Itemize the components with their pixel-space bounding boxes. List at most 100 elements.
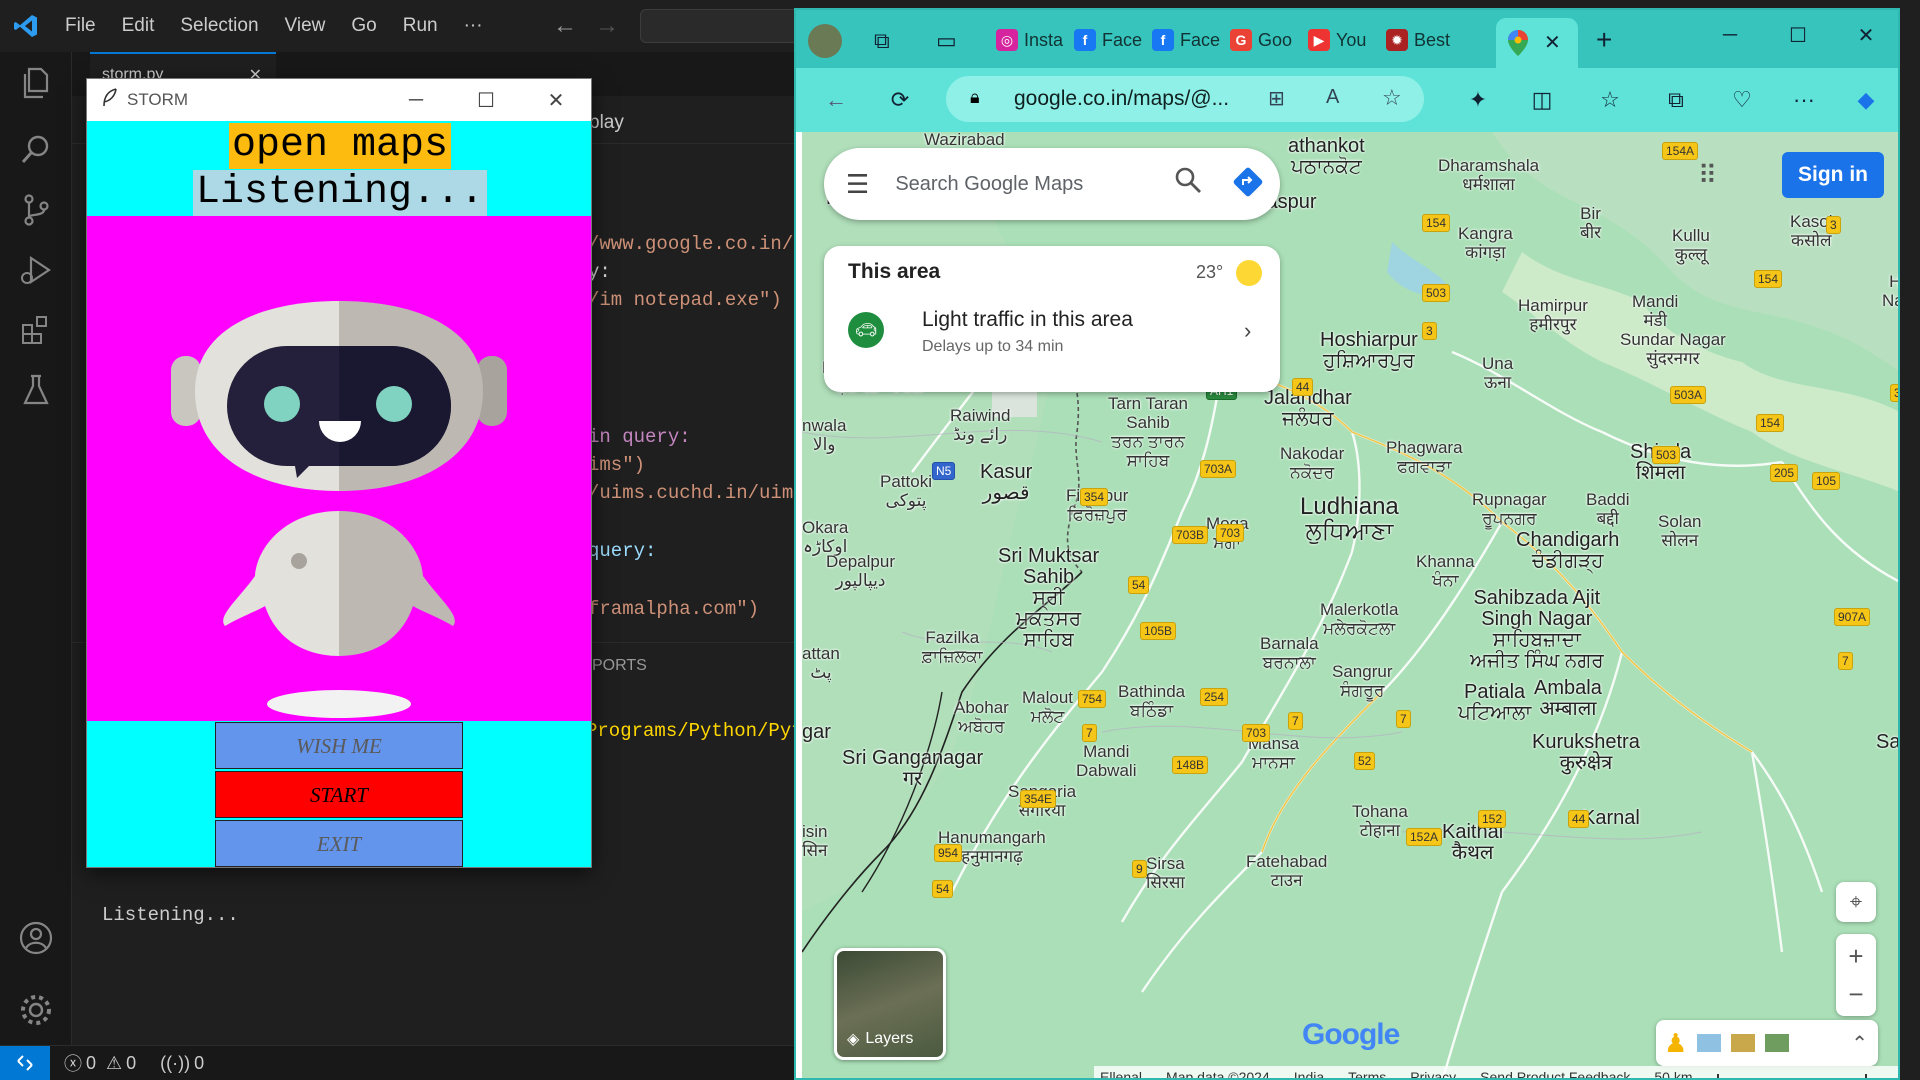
layers-button[interactable]: ◈ Layers <box>834 948 946 1060</box>
maximize-button[interactable]: ☐ <box>1764 10 1832 60</box>
menu-item[interactable]: Run <box>390 0 451 52</box>
minimize-button[interactable]: ─ <box>1696 10 1764 60</box>
sign-in-button[interactable]: Sign in <box>1782 152 1884 198</box>
map-place-label[interactable]: Karnal <box>1582 808 1640 829</box>
map-place-label[interactable]: Bir बीर <box>1580 204 1601 242</box>
pegman-icon[interactable]: ♟ <box>1664 1028 1687 1059</box>
map-place-label[interactable]: Kurukshetra कुरुक्षेत्र <box>1532 732 1640 774</box>
code-line[interactable]: query: <box>588 540 656 562</box>
code-line[interactable]: ims") <box>588 454 645 476</box>
map-place-label[interactable]: Tohana टोहाना <box>1352 802 1408 840</box>
map-place-label[interactable]: Sri Muktsar Sahib ਸ੍ਰੀ ਮੁਕਤਸਰ ਸਾਹਿਬ <box>998 546 1099 651</box>
menu-item[interactable]: Selection <box>167 0 271 52</box>
map-place-label[interactable]: Una ऊना <box>1482 354 1513 392</box>
map-footer-item[interactable]: 50 km <box>1654 1069 1692 1078</box>
menu-item[interactable]: ··· <box>451 0 496 52</box>
map-footer-item[interactable]: Send Product Feedback <box>1480 1069 1630 1078</box>
map-place-label[interactable]: Patiala ਪਟਿਆਲਾ <box>1458 682 1531 724</box>
ports-indicator[interactable]: ((·)) 0 <box>160 1053 204 1074</box>
explorer-icon[interactable] <box>0 52 72 112</box>
map-place-label[interactable]: Khanna ਖੰਨਾ <box>1416 552 1475 590</box>
code-line[interactable]: /www.google.co.in/ <box>588 233 793 255</box>
map-place-label[interactable]: Pattoki پتوکی <box>880 472 932 510</box>
map-place-label[interactable]: Kangra कांगड़ा <box>1458 224 1513 262</box>
browser-tab[interactable]: f Face <box>1074 23 1148 57</box>
map-place-label[interactable]: Okara اوکاڑہ <box>802 518 848 556</box>
map-place-label[interactable]: Chandigarh ਚੰਡੀਗੜ੍ਹ <box>1516 530 1619 572</box>
browser-essentials-icon[interactable]: ♡ <box>1724 82 1760 118</box>
chevron-right-icon[interactable]: › <box>1244 318 1251 344</box>
close-button[interactable]: ✕ <box>521 79 591 121</box>
command-center[interactable] <box>640 9 820 43</box>
map-footer-item[interactable]: Privacy <box>1410 1069 1456 1078</box>
exit-button[interactable]: EXIT <box>215 820 463 867</box>
collections-icon[interactable]: ⧉ <box>1658 82 1694 118</box>
google-apps-icon[interactable]: ⠿ <box>1698 160 1717 191</box>
code-line[interactable]: /uims.cuchd.in/uim <box>588 482 793 504</box>
map-place-label[interactable]: Nakodar ਨਕੋਦਰ <box>1280 444 1344 482</box>
map-place-label[interactable]: Dharamshala धर्मशाला <box>1438 156 1539 194</box>
map-place-label[interactable]: Fatehabad टाउन <box>1246 852 1327 890</box>
map-place-label[interactable]: Sangrur ਸੰਗਰੂਰ <box>1332 662 1392 700</box>
map-place-label[interactable]: Sa <box>1876 732 1898 753</box>
menu-item[interactable]: Go <box>338 0 389 52</box>
maximize-button[interactable]: ☐ <box>451 79 521 121</box>
panel-tab-ports[interactable]: PORTS <box>592 657 647 675</box>
map-place-label[interactable]: Sundar Nagar सुंदरनगर <box>1620 330 1726 368</box>
browser-tab[interactable]: G Goo <box>1230 23 1304 57</box>
map-footer-item[interactable]: Terms <box>1348 1069 1386 1078</box>
map-place-label[interactable]: Rupnagar ਰੂਪਨਗਰ <box>1472 490 1547 528</box>
extensions-icon[interactable] <box>0 300 72 360</box>
zoom-out-button[interactable]: − <box>1848 975 1863 1013</box>
map-place-label[interactable]: Tarn Taran Sahib ਤਰਨ ਤਾਰਨ ਸਾਹਿਬ <box>1108 394 1188 470</box>
tab-active-maps[interactable]: ✕ <box>1496 18 1578 68</box>
menu-item[interactable]: File <box>52 0 109 52</box>
map-place-label[interactable]: Barnala ਬਰਨਾਲਾ <box>1260 634 1319 672</box>
map-place-label[interactable]: Ludhiana ਲੁਧਿਆਣਾ <box>1300 494 1399 544</box>
map-place-label[interactable]: Depalpur دیپالپور <box>826 552 895 590</box>
map-footer-item[interactable]: India <box>1294 1069 1324 1078</box>
map-place-label[interactable]: Sahibzada Ajit Singh Nagar ਸਾਹਿਬਜ਼ਾਦਾ ਅਜ… <box>1470 588 1604 672</box>
remote-icon[interactable] <box>0 1045 50 1080</box>
favorites-icon[interactable]: ☆ <box>1592 82 1628 118</box>
search-icon[interactable] <box>1174 166 1202 199</box>
breadcrumb-item[interactable]: play <box>589 112 624 134</box>
wish-me-button[interactable]: WISH ME <box>215 722 463 769</box>
browser-tab[interactable]: f Face <box>1152 23 1226 57</box>
search-icon[interactable] <box>0 120 72 180</box>
close-button[interactable]: ✕ <box>1832 10 1898 60</box>
code-line[interactable]: framalpha.com") <box>588 598 759 620</box>
map-place-label[interactable]: athankot ਪਠਾਨਕੋਟ <box>1288 136 1365 178</box>
close-tab-icon[interactable]: ✕ <box>1544 30 1561 55</box>
map-place-label[interactable]: attan پٹ <box>802 644 840 682</box>
testing-flask-icon[interactable] <box>0 360 72 420</box>
extensions-icon[interactable]: ✦ <box>1460 82 1496 118</box>
map-place-label[interactable]: Wazirabad <box>924 132 1005 149</box>
map-search-box[interactable]: ☰ Search Google Maps <box>824 148 1280 220</box>
forward-arrow-icon[interactable]: → <box>595 12 619 40</box>
code-line[interactable]: /im notepad.exe") <box>588 289 782 311</box>
run-debug-icon[interactable] <box>0 240 72 300</box>
address-bar[interactable]: 🔒︎ google.co.in/maps/@... ⊞ A ☆ <box>946 76 1424 122</box>
traffic-thumb[interactable] <box>1731 1034 1756 1052</box>
map-place-label[interactable]: Malerkotla ਮਲੇਰਕੋਟਲਾ <box>1320 600 1398 638</box>
menu-item[interactable]: View <box>272 0 339 52</box>
back-icon[interactable]: ← <box>818 82 854 118</box>
profile-avatar[interactable] <box>808 24 842 58</box>
hamburger-menu-icon[interactable]: ☰ <box>846 169 869 200</box>
map-place-label[interactable]: Malout ਮਲੋਟ <box>1022 688 1073 726</box>
code-line[interactable]: in query: <box>588 426 691 448</box>
map-place-label[interactable]: Kaithal कैथल <box>1442 822 1503 864</box>
favorite-star-icon[interactable]: ☆ <box>1382 85 1402 111</box>
map-place-label[interactable]: Baddi बद्दी <box>1586 490 1629 528</box>
app-available-icon[interactable]: ⊞ <box>1268 86 1285 111</box>
map-place-label[interactable]: Kullu कुल्लू <box>1672 226 1710 264</box>
account-icon[interactable] <box>0 908 72 968</box>
map-place-label[interactable]: Mandi मंडी <box>1632 292 1678 330</box>
map-place-label[interactable]: Solan सोलन <box>1658 512 1701 550</box>
refresh-icon[interactable]: ⟳ <box>882 82 918 118</box>
map-place-label[interactable]: Hoshiarpur ਹੁਸ਼ਿਆਰਪੁਰ <box>1320 330 1418 372</box>
source-control-icon[interactable] <box>0 180 72 240</box>
map-canvas[interactable]: Wazirabad athankot ਪਠਾਨਕੋਟ Dharamshala धर्… <box>802 132 1898 1078</box>
map-place-label[interactable]: gar <box>802 722 831 743</box>
